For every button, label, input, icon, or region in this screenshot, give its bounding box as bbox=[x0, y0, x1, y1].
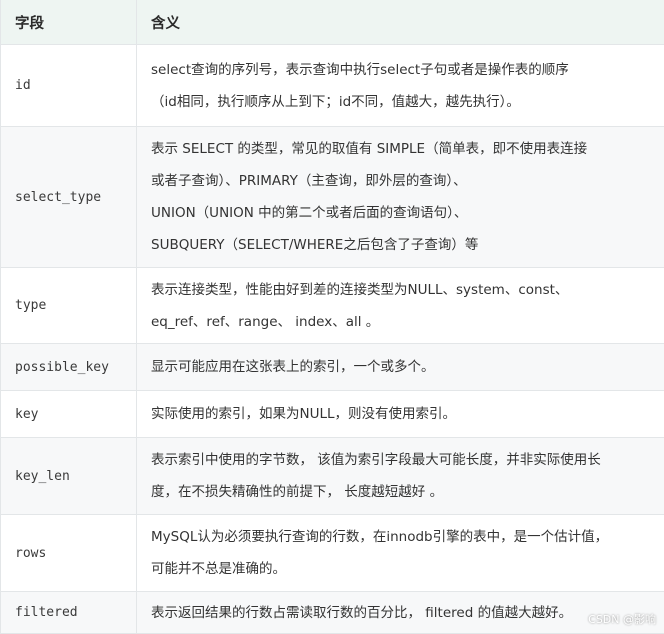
row-desc: 显示可能应用在这张表上的索引，一个或多个。 bbox=[136, 343, 664, 391]
desc-line: 显示可能应用在这张表上的索引，一个或多个。 bbox=[151, 359, 435, 375]
field-meaning-table: 字段 含义 id select查询的序列号，表示查询中执行select子句或者是… bbox=[0, 0, 664, 634]
desc-line: select查询的序列号，表示查询中执行select子句或者是操作表的顺序 bbox=[151, 61, 569, 78]
header-meaning: 含义 bbox=[136, 0, 664, 45]
watermark: CSDN @影响 bbox=[588, 613, 656, 626]
row-field: rows bbox=[0, 514, 137, 592]
table-row: rows MySQL认为必须要执行查询的行数，在innodb引擎的表中，是一个估… bbox=[0, 514, 664, 592]
desc-line: 表示索引中使用的字节数， 该值为索引字段最大可能长度，并非实际使用长 bbox=[151, 452, 601, 468]
desc-line: UNION（UNION 中的第二个或者后面的查询语句）、 bbox=[151, 205, 468, 221]
desc-line: 可能并不总是准确的。 bbox=[151, 561, 286, 577]
table-row: filtered 表示返回结果的行数占需读取行数的百分比， filtered 的… bbox=[0, 591, 664, 634]
row-field: select_type bbox=[0, 126, 137, 268]
desc-line: SUBQUERY（SELECT/WHERE之后包含了子查询）等 bbox=[151, 237, 479, 253]
table-row: type 表示连接类型，性能由好到差的连接类型为NULL、system、cons… bbox=[0, 267, 664, 344]
desc-line: 度，在不损失精确性的前提下， 长度越短越好 。 bbox=[151, 484, 444, 500]
row-field: type bbox=[0, 267, 137, 344]
row-desc: 表示返回结果的行数占需读取行数的百分比， filtered 的值越大越好。 bbox=[136, 591, 664, 634]
desc-line: eq_ref、ref、range、 index、all 。 bbox=[151, 313, 380, 330]
table-row: select_type 表示 SELECT 的类型，常见的取值有 SIMPLE（… bbox=[0, 126, 664, 268]
row-field: filtered bbox=[0, 591, 137, 634]
row-field: id bbox=[0, 44, 137, 127]
row-desc: MySQL认为必须要执行查询的行数，在innodb引擎的表中，是一个估计值， 可… bbox=[136, 514, 664, 592]
desc-line: MySQL认为必须要执行查询的行数，在innodb引擎的表中，是一个估计值， bbox=[151, 529, 609, 545]
desc-line: 表示 SELECT 的类型，常见的取值有 SIMPLE（简单表，即不使用表连接 bbox=[151, 141, 588, 157]
desc-line: （id相同，执行顺序从上到下；id不同，值越大，越先执行）。 bbox=[151, 93, 520, 110]
desc-line: 表示返回结果的行数占需读取行数的百分比， filtered 的值越大越好。 bbox=[151, 604, 573, 621]
row-field: key bbox=[0, 390, 137, 438]
row-desc: select查询的序列号，表示查询中执行select子句或者是操作表的顺序 （i… bbox=[136, 44, 664, 127]
desc-line: 或者子查询）、PRIMARY（主查询，即外层的查询）、 bbox=[151, 173, 467, 189]
row-field: key_len bbox=[0, 437, 137, 515]
table-row: key 实际使用的索引，如果为NULL，则没有使用索引。 bbox=[0, 390, 664, 438]
row-desc: 表示索引中使用的字节数， 该值为索引字段最大可能长度，并非实际使用长 度，在不损… bbox=[136, 437, 664, 515]
row-desc: 实际使用的索引，如果为NULL，则没有使用索引。 bbox=[136, 390, 664, 438]
row-field: possible_key bbox=[0, 343, 137, 391]
row-desc: 表示 SELECT 的类型，常见的取值有 SIMPLE（简单表，即不使用表连接 … bbox=[136, 126, 664, 268]
table-row: key_len 表示索引中使用的字节数， 该值为索引字段最大可能长度，并非实际使… bbox=[0, 437, 664, 515]
header-field: 字段 bbox=[0, 0, 137, 45]
table-header-row: 字段 含义 bbox=[0, 0, 664, 45]
table-row: id select查询的序列号，表示查询中执行select子句或者是操作表的顺序… bbox=[0, 44, 664, 127]
row-desc: 表示连接类型，性能由好到差的连接类型为NULL、system、const、 eq… bbox=[136, 267, 664, 344]
desc-line: 表示连接类型，性能由好到差的连接类型为NULL、system、const、 bbox=[151, 281, 569, 298]
table-row: possible_key 显示可能应用在这张表上的索引，一个或多个。 bbox=[0, 343, 664, 391]
desc-line: 实际使用的索引，如果为NULL，则没有使用索引。 bbox=[151, 406, 457, 422]
